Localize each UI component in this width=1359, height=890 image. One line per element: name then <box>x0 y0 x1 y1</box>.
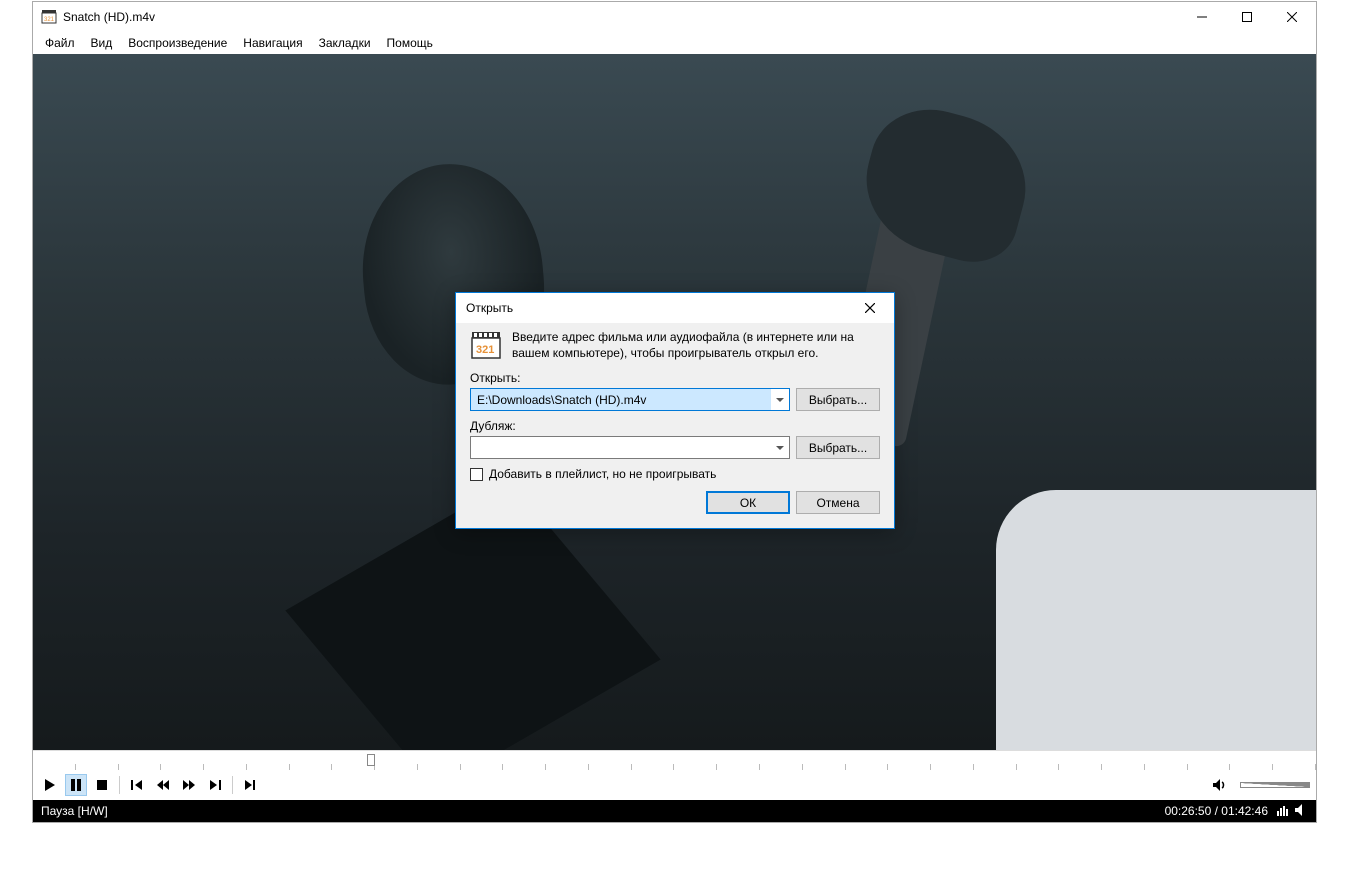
dub-browse-button[interactable]: Выбрать... <box>796 436 880 459</box>
dub-path-value <box>471 437 771 458</box>
status-icons <box>1276 803 1308 820</box>
checkbox-label: Добавить в плейлист, но не проигрывать <box>489 467 716 481</box>
seekbar-ticks <box>33 751 1316 770</box>
open-label: Открыть: <box>470 371 880 385</box>
ok-button[interactable]: ОК <box>706 491 790 514</box>
status-time: 00:26:50 / 01:42:46 <box>1165 804 1268 818</box>
rewind-button[interactable] <box>152 774 174 796</box>
statusbar: Пауза [H/W] 00:26:50 / 01:42:46 <box>33 800 1316 822</box>
app-icon: 321 <box>41 9 57 25</box>
play-button[interactable] <box>39 774 61 796</box>
next-button[interactable] <box>204 774 226 796</box>
eq-icon[interactable] <box>1276 803 1290 820</box>
prev-button[interactable] <box>126 774 148 796</box>
frame-step-button[interactable] <box>239 774 261 796</box>
dialog-titlebar: Открыть <box>456 293 894 323</box>
minimize-button[interactable] <box>1179 3 1224 32</box>
volume-icon[interactable] <box>1208 774 1230 796</box>
cancel-button[interactable]: Отмена <box>796 491 880 514</box>
menu-help[interactable]: Помощь <box>379 34 441 52</box>
open-path-combo[interactable]: E:\Downloads\Snatch (HD).m4v <box>470 388 790 411</box>
open-dialog: Открыть 321 Введите адрес фильма или ауд… <box>455 292 895 529</box>
mute-icon[interactable] <box>1294 803 1308 820</box>
forward-button[interactable] <box>178 774 200 796</box>
menubar: Файл Вид Воспроизведение Навигация Закла… <box>33 32 1316 54</box>
menu-view[interactable]: Вид <box>83 34 121 52</box>
seekbar[interactable] <box>33 750 1316 770</box>
menu-playback[interactable]: Воспроизведение <box>120 34 235 52</box>
volume-slider[interactable] <box>1240 782 1310 788</box>
svg-text:321: 321 <box>44 17 55 23</box>
dialog-close-button[interactable] <box>850 294 890 322</box>
add-to-playlist-checkbox[interactable]: Добавить в плейлист, но не проигрывать <box>470 467 880 481</box>
maximize-button[interactable] <box>1224 3 1269 32</box>
open-path-value: E:\Downloads\Snatch (HD).m4v <box>471 389 771 410</box>
menu-navigation[interactable]: Навигация <box>235 34 310 52</box>
dialog-app-icon: 321 <box>470 329 502 361</box>
controls <box>33 770 1316 800</box>
seekbar-thumb[interactable] <box>367 754 375 766</box>
open-browse-button[interactable]: Выбрать... <box>796 388 880 411</box>
chevron-down-icon[interactable] <box>771 437 789 458</box>
svg-text:321: 321 <box>476 344 494 356</box>
menu-file[interactable]: Файл <box>37 34 83 52</box>
status-state: Пауза [H/W] <box>41 804 108 818</box>
dub-path-combo[interactable] <box>470 436 790 459</box>
titlebar: 321 Snatch (HD).m4v <box>33 2 1316 32</box>
pause-button[interactable] <box>65 774 87 796</box>
menu-bookmarks[interactable]: Закладки <box>311 34 379 52</box>
stop-button[interactable] <box>91 774 113 796</box>
checkbox-box <box>470 468 483 481</box>
close-button[interactable] <box>1269 3 1314 32</box>
dialog-description: Введите адрес фильма или аудиофайла (в и… <box>512 329 880 361</box>
window-title: Snatch (HD).m4v <box>63 10 1179 24</box>
dialog-body: 321 Введите адрес фильма или аудиофайла … <box>456 323 894 528</box>
dialog-title: Открыть <box>466 301 850 315</box>
chevron-down-icon[interactable] <box>771 389 789 410</box>
dub-label: Дубляж: <box>470 419 880 433</box>
